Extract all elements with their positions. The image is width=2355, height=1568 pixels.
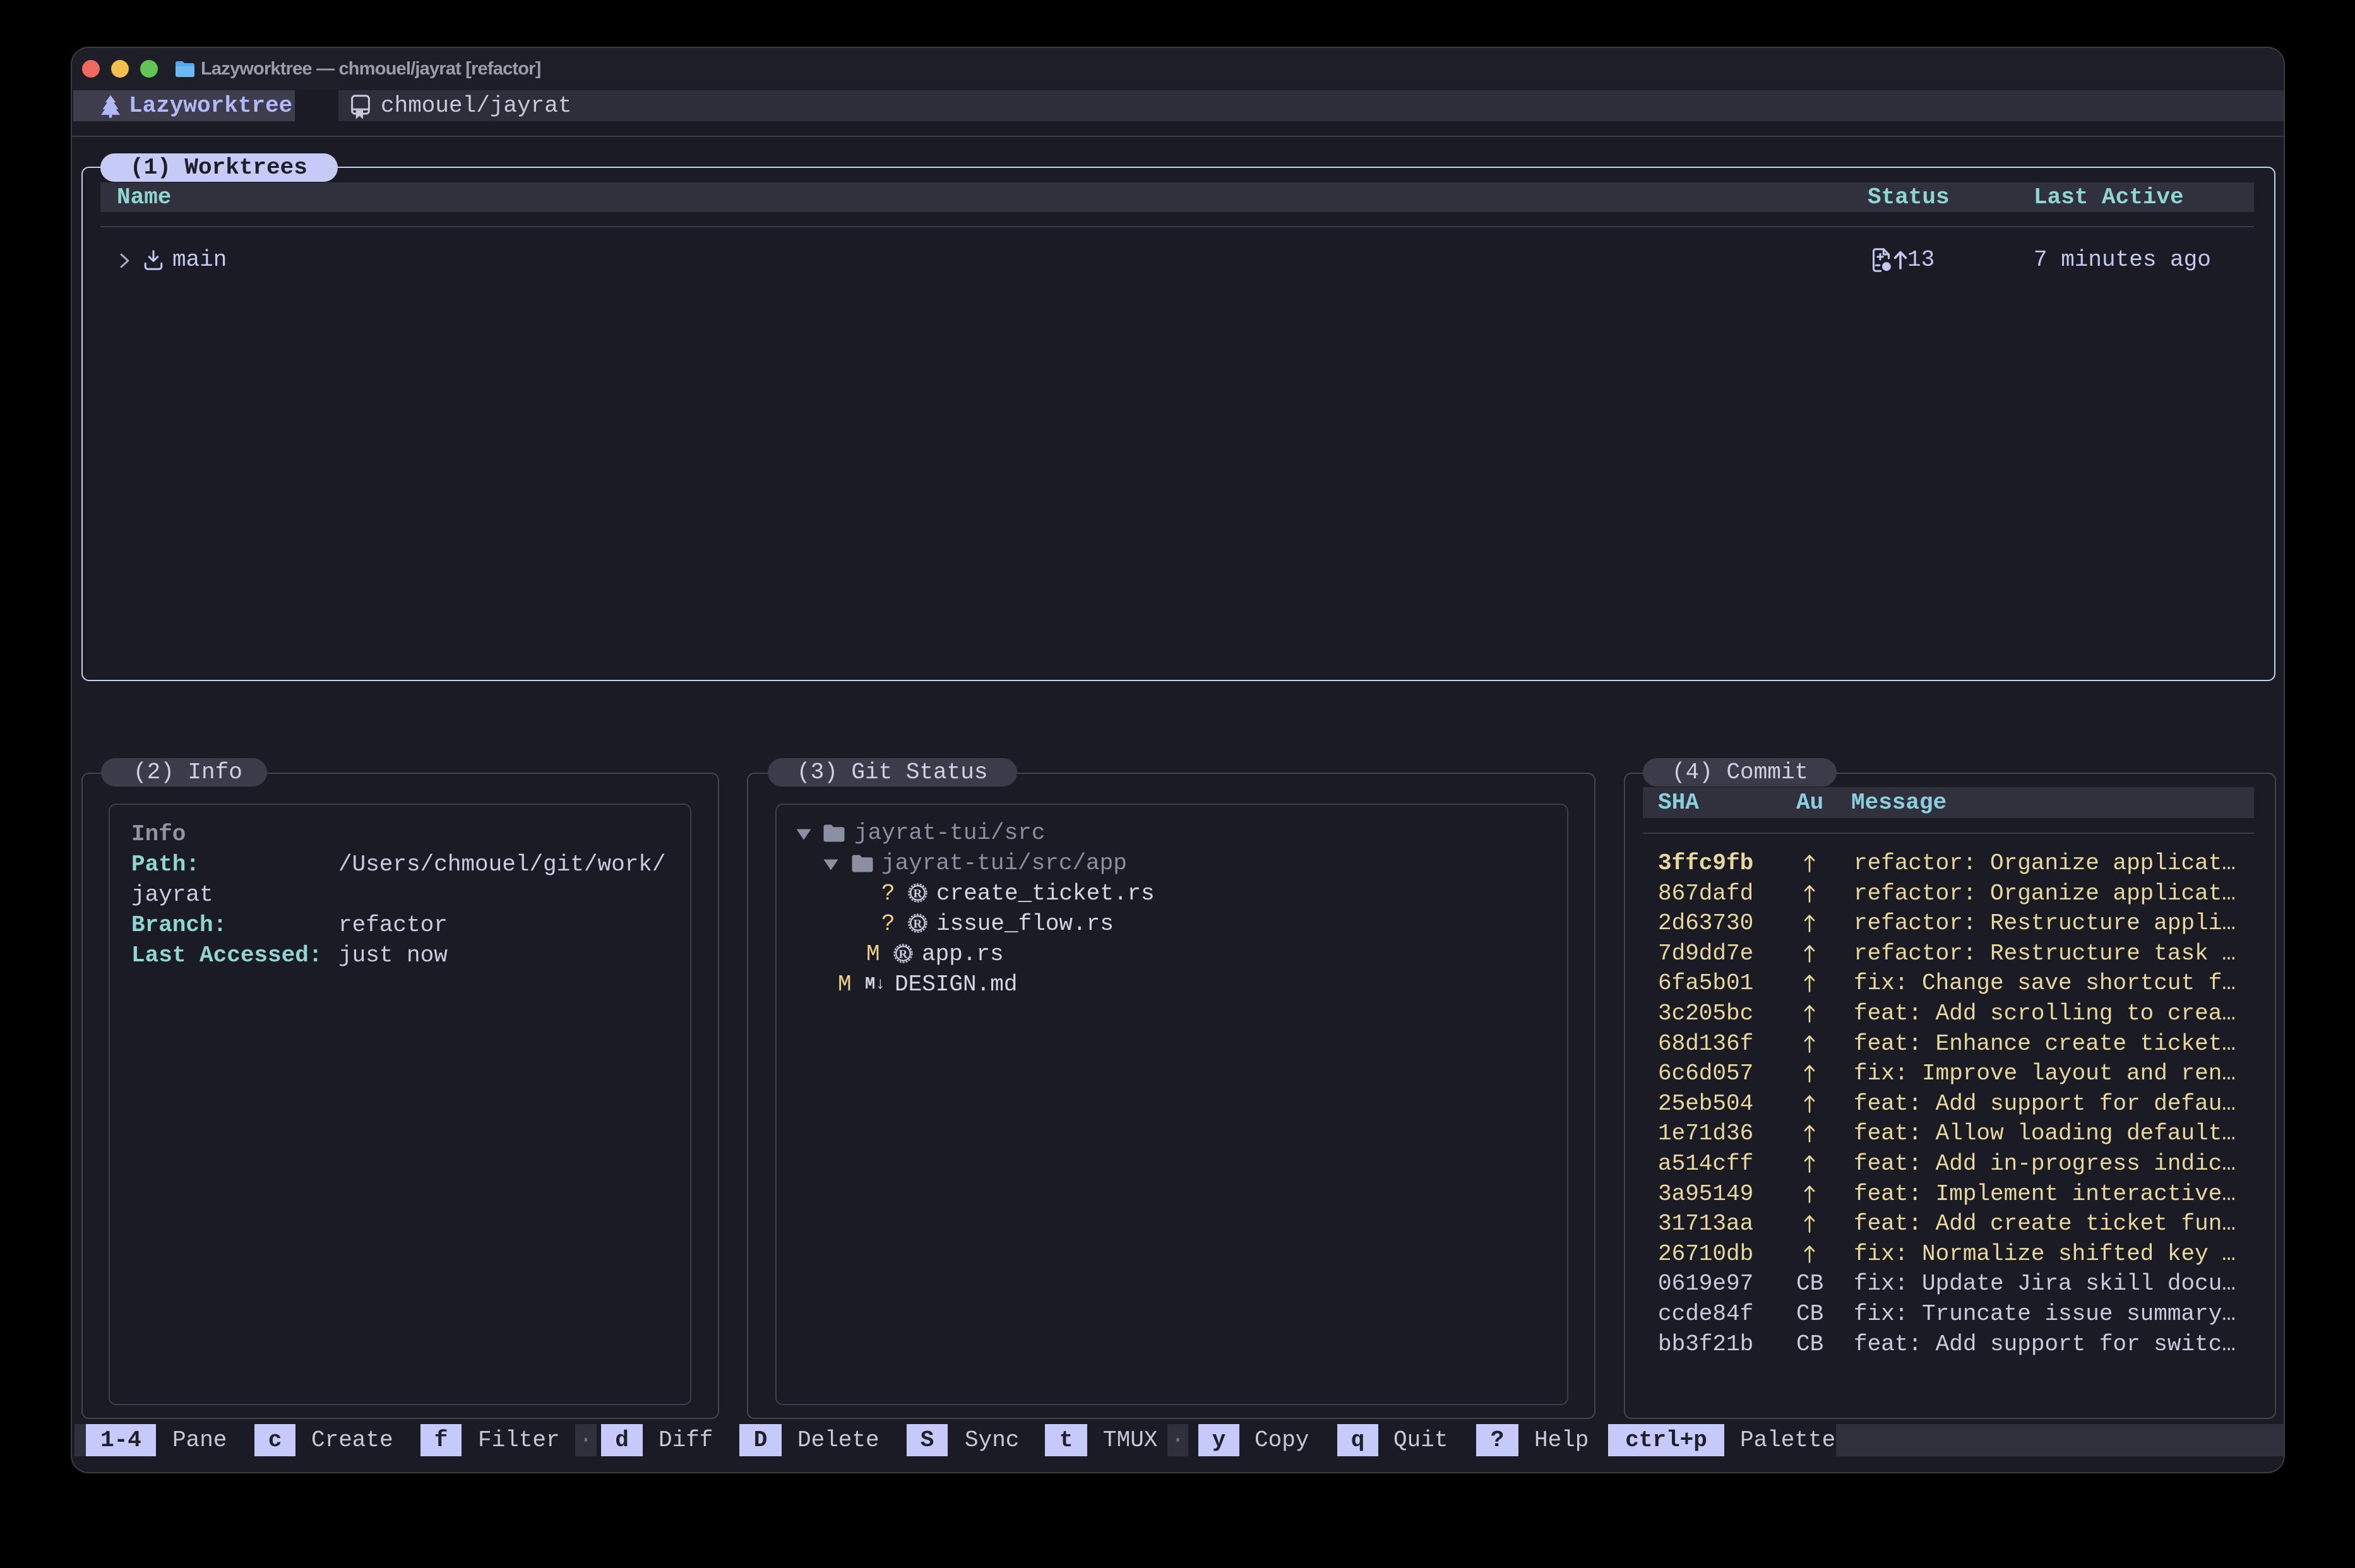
- svg-text:R: R: [914, 887, 923, 900]
- svg-text:R: R: [914, 917, 923, 930]
- svg-text:R: R: [899, 947, 909, 961]
